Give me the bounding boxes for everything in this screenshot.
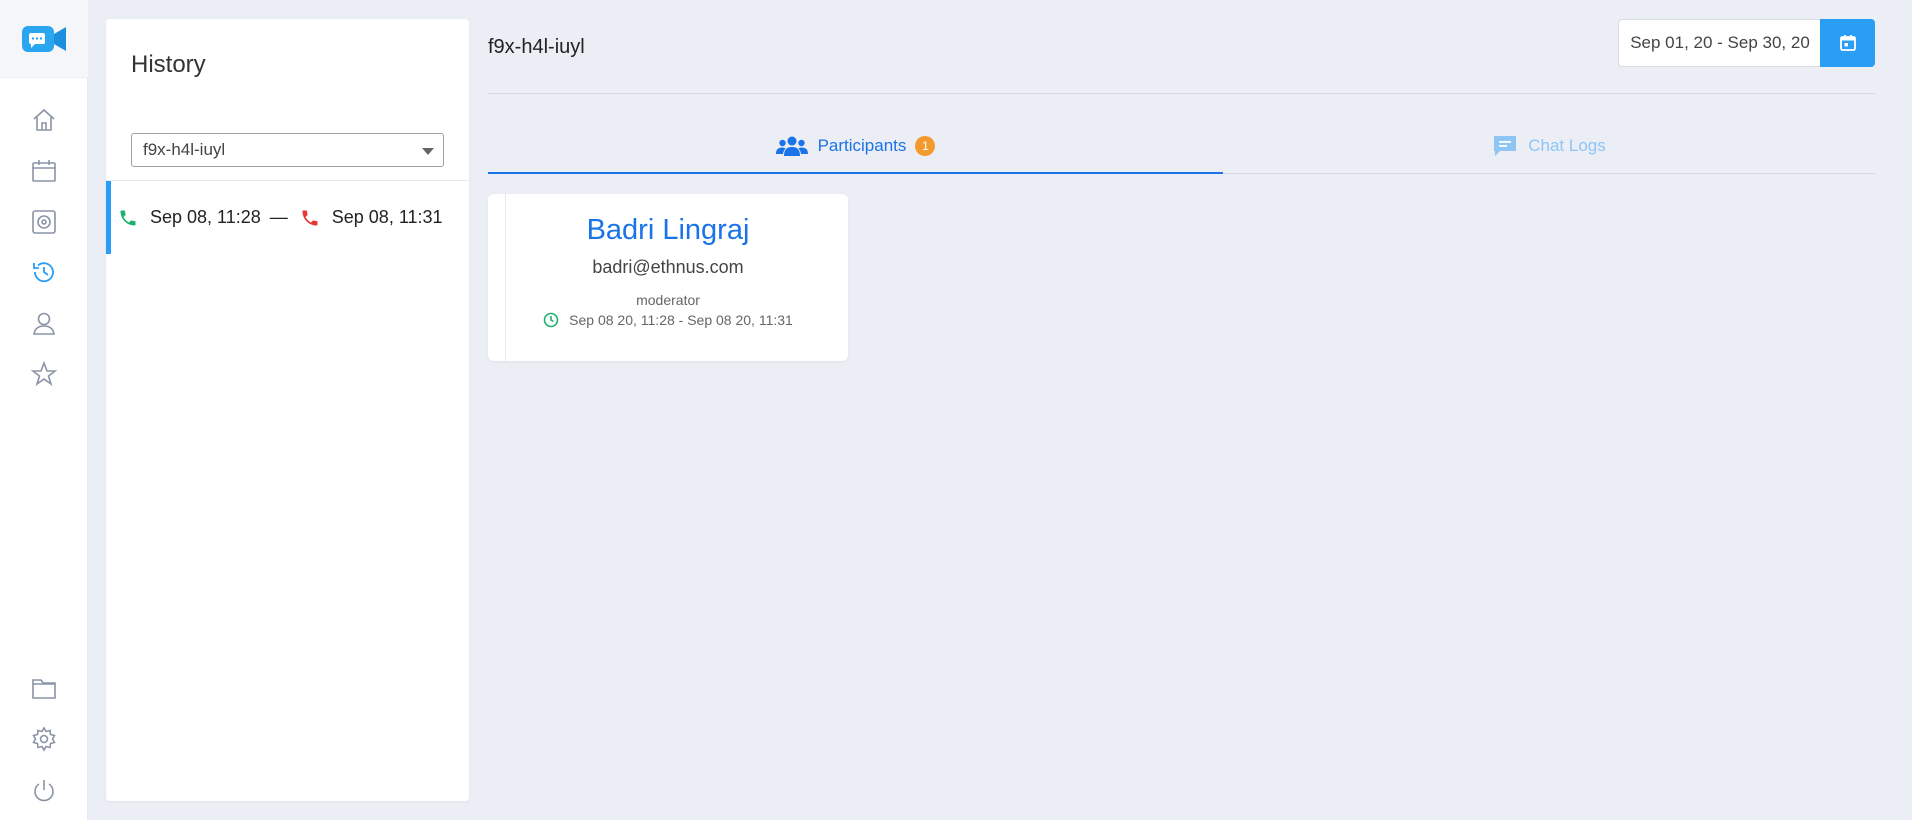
session-separator: —: [269, 207, 288, 227]
phone-end-icon: [302, 210, 318, 225]
active-tab-indicator: [488, 172, 1223, 174]
participant-role: moderator: [636, 292, 700, 308]
sidebar-item-favorites[interactable]: [0, 354, 88, 394]
participants-count-badge: 1: [915, 136, 936, 156]
sidebar-item-recordings[interactable]: [0, 202, 88, 242]
clock-icon: [543, 312, 559, 328]
participant-time: Sep 08 20, 11:28 - Sep 08 20, 11:31: [488, 312, 848, 328]
session-end-time: Sep 08, 11:31: [331, 207, 443, 227]
users-icon: [775, 136, 808, 156]
sidebar-item-calendar[interactable]: [0, 151, 88, 191]
sidebar-item-home[interactable]: [0, 100, 88, 140]
folder-icon: [32, 679, 56, 699]
sidebar-item-settings[interactable]: [0, 719, 88, 759]
history-panel: History f9x-h4l-iuyl Sep 08, 11:28 — Sep…: [106, 19, 469, 801]
room-select-dropdown[interactable]: f9x-h4l-iuyl: [131, 133, 444, 167]
sidebar: [0, 0, 88, 820]
participant-card: Badri Lingraj badri@ethnus.com moderator…: [488, 194, 848, 361]
calendar-icon: [32, 160, 56, 182]
calendar-button[interactable]: [1820, 19, 1875, 67]
chat-icon: [1494, 136, 1517, 156]
participant-time-range: Sep 08 20, 11:28 - Sep 08 20, 11:31: [569, 312, 793, 328]
video-camera-logo-icon: [22, 25, 66, 52]
sidebar-item-users[interactable]: [0, 303, 88, 343]
session-start-time: Sep 08, 11:28: [150, 207, 261, 227]
user-icon: [33, 312, 55, 335]
history-title: History: [131, 51, 206, 78]
sidebar-item-history[interactable]: [0, 252, 88, 292]
sidebar-item-files[interactable]: [0, 668, 88, 708]
chevron-down-icon: [422, 148, 434, 155]
tab-chat-logs-label: Chat Logs: [1528, 136, 1606, 155]
history-icon: [33, 262, 54, 283]
star-icon: [30, 360, 58, 387]
record-icon: [32, 210, 56, 234]
gear-icon: [32, 726, 56, 752]
calendar-icon: [1839, 35, 1856, 51]
app-root: History f9x-h4l-iuyl Sep 08, 11:28 — Sep…: [0, 0, 1912, 820]
logo[interactable]: [0, 0, 88, 78]
tab-chat-logs[interactable]: Chat Logs: [1223, 118, 1875, 174]
participant-name: Badri Lingraj: [586, 214, 750, 246]
active-indicator: [106, 181, 111, 254]
tab-participants-label: Participants: [817, 136, 907, 155]
phone-start-icon: [120, 210, 136, 225]
home-icon: [33, 108, 55, 131]
date-range-input[interactable]: Sep 01, 20 - Sep 30, 20: [1618, 19, 1821, 67]
participant-email: badri@ethnus.com: [592, 257, 744, 277]
room-title: f9x-h4l-iuyl: [488, 36, 585, 58]
room-select-value: f9x-h4l-iuyl: [143, 140, 226, 159]
divider: [488, 93, 1875, 94]
power-icon: [34, 780, 54, 802]
sidebar-item-logout[interactable]: [0, 771, 88, 811]
tab-participants[interactable]: Participants 1: [488, 118, 1223, 174]
history-session-item[interactable]: Sep 08, 11:28 — Sep 08, 11:31: [106, 181, 469, 254]
